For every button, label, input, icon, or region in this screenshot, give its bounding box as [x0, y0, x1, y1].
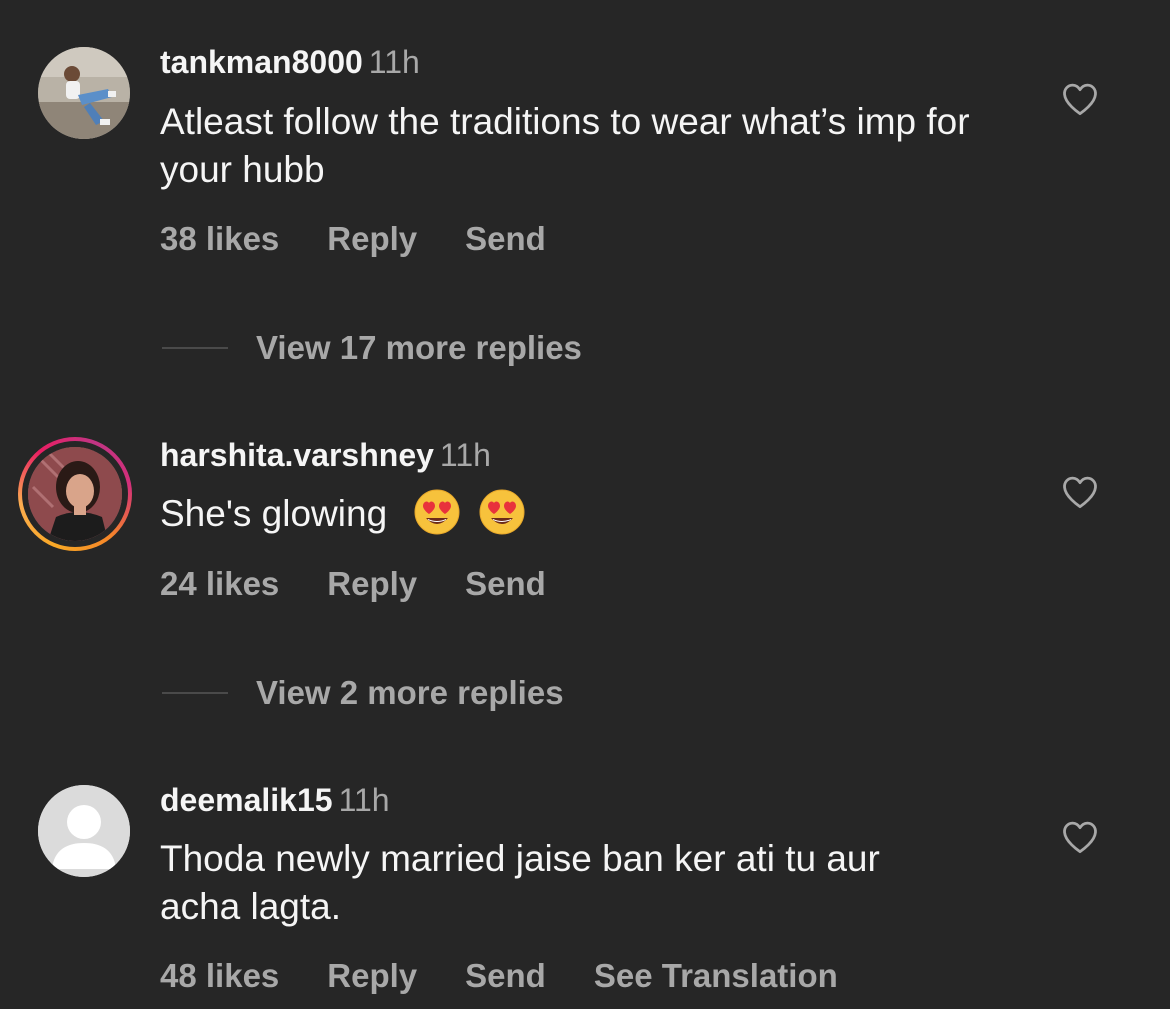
comment-header: harshita.varshney 11h	[160, 437, 491, 474]
avatar[interactable]	[38, 785, 130, 877]
view-more-label: View 2 more replies	[256, 674, 564, 711]
likes-count[interactable]: 38 likes	[160, 220, 279, 257]
comment-header: deemalik15 11h	[160, 782, 390, 819]
username[interactable]: deemalik15	[160, 782, 333, 818]
comment-actions: 48 likes Reply Send See Translation	[160, 957, 886, 995]
comment-text: Thoda newly married jaise ban ker ati tu…	[160, 838, 880, 927]
heart-outline-icon[interactable]	[1061, 475, 1099, 509]
comment-actions: 38 likes Reply Send	[160, 220, 594, 258]
divider	[162, 347, 228, 350]
heart-outline-icon[interactable]	[1061, 82, 1099, 116]
avatar[interactable]	[38, 47, 130, 139]
reply-button[interactable]: Reply	[327, 220, 417, 257]
likes-count[interactable]: 48 likes	[160, 957, 279, 994]
send-button[interactable]: Send	[465, 957, 546, 994]
view-more-label: View 17 more replies	[256, 329, 582, 366]
view-more-replies[interactable]: View 2 more replies	[162, 674, 564, 712]
default-avatar-icon	[38, 785, 130, 877]
avatar-photo	[28, 447, 122, 541]
timestamp: 11h	[439, 437, 491, 473]
heart-eyes-emoji	[479, 489, 525, 535]
heart-eyes-emoji	[414, 489, 460, 535]
reply-button[interactable]: Reply	[327, 957, 417, 994]
avatar-photo	[38, 47, 130, 139]
comment-header: tankman8000 11h	[160, 44, 420, 81]
timestamp: 11h	[368, 44, 420, 80]
see-translation-button[interactable]: See Translation	[594, 957, 838, 994]
username[interactable]: tankman8000	[160, 44, 363, 80]
comment-text-line: She's glowing	[160, 489, 1020, 540]
timestamp: 11h	[338, 782, 390, 818]
send-button[interactable]: Send	[465, 220, 546, 257]
comment-actions: 24 likes Reply Send	[160, 565, 594, 603]
username[interactable]: harshita.varshney	[160, 437, 434, 473]
divider	[162, 692, 228, 695]
likes-count[interactable]: 24 likes	[160, 565, 279, 602]
avatar[interactable]	[18, 437, 132, 551]
send-button[interactable]: Send	[465, 565, 546, 602]
view-more-replies[interactable]: View 17 more replies	[162, 329, 582, 367]
heart-outline-icon[interactable]	[1061, 820, 1099, 854]
reply-button[interactable]: Reply	[327, 565, 417, 602]
comment-text: Atleast follow the traditions to wear wh…	[160, 101, 970, 190]
comment-text: She's glowing	[160, 493, 388, 534]
